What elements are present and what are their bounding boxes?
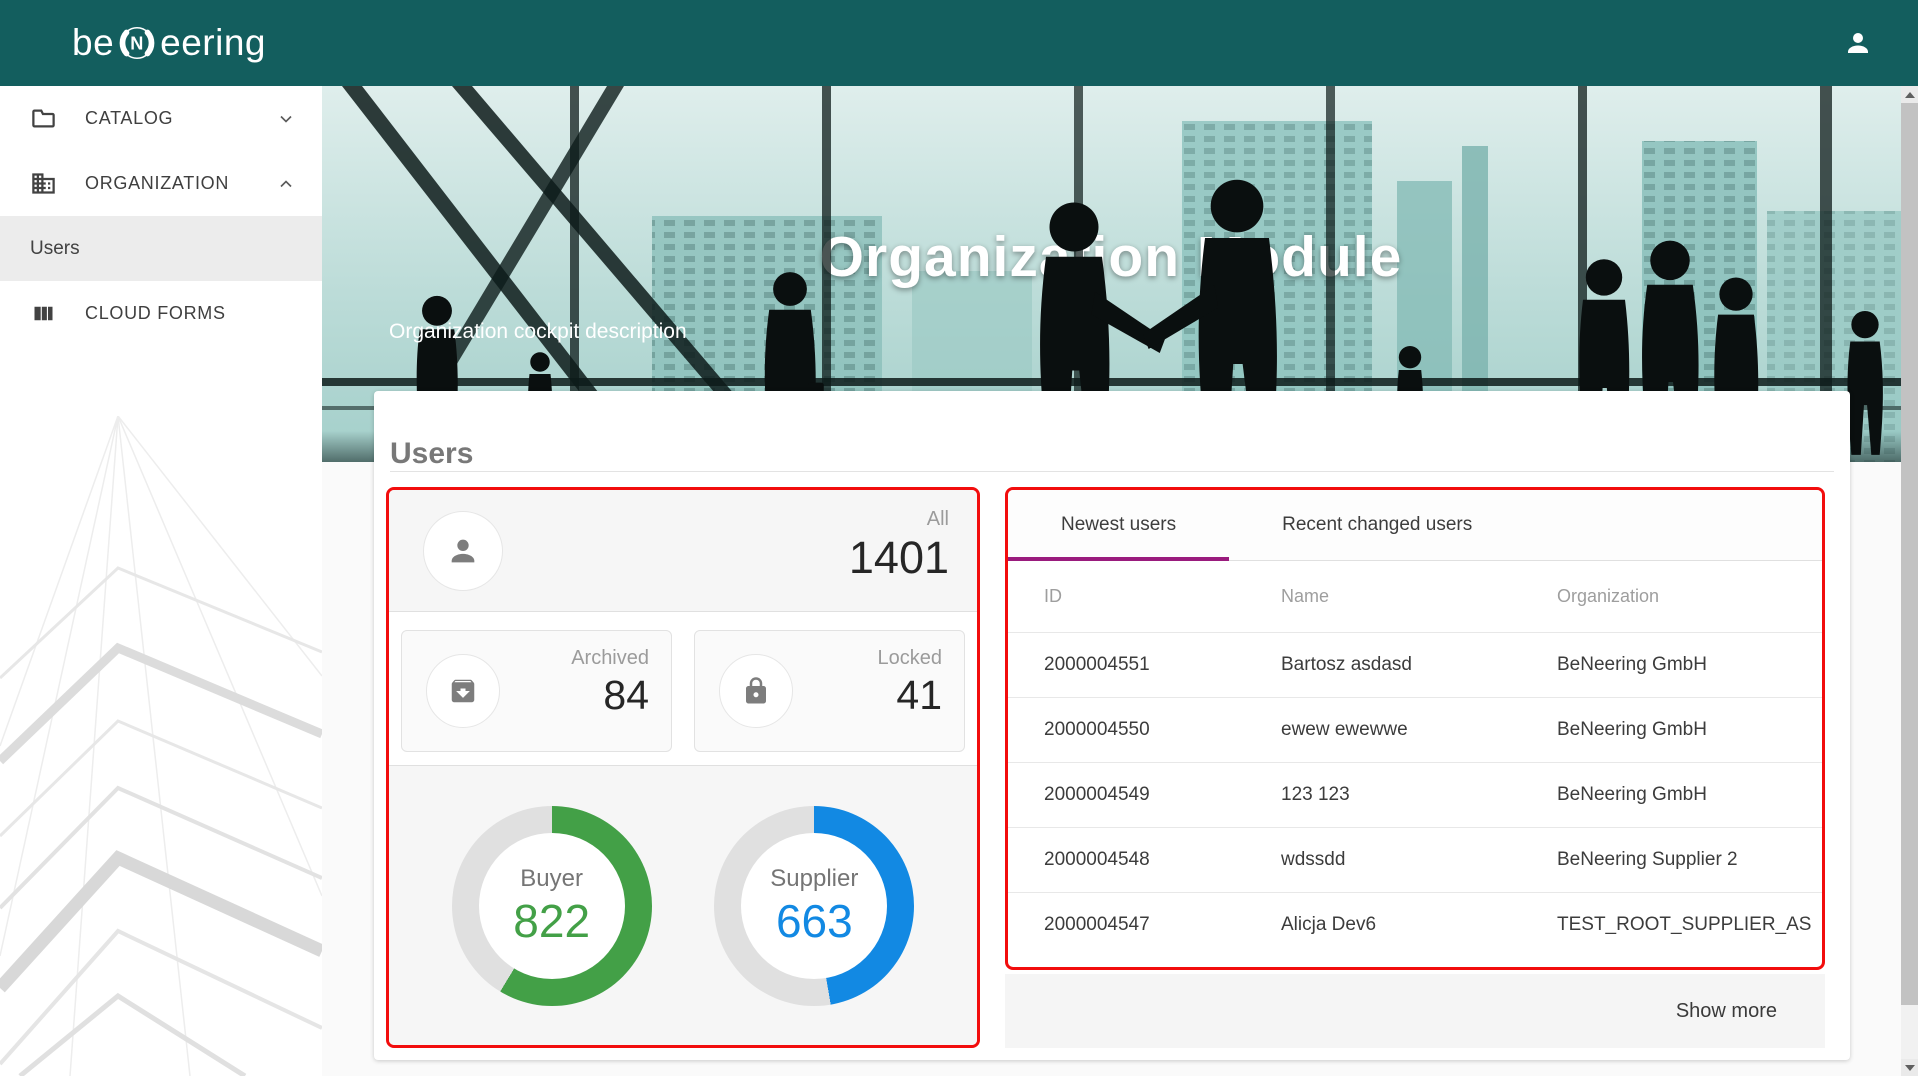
- show-more-row: Show more: [1005, 974, 1825, 1048]
- cloud-forms-icon: [30, 300, 57, 327]
- stat-archived-value: 84: [571, 671, 649, 719]
- cell-id: 2000004550: [1008, 719, 1281, 741]
- scrollbar-down-button[interactable]: [1901, 1059, 1918, 1076]
- sidebar: CATALOG ORGANIZATION Users: [0, 86, 322, 1076]
- sidebar-item-organization[interactable]: ORGANIZATION: [0, 151, 322, 216]
- cell-organization: BeNeering Supplier 2: [1557, 849, 1822, 871]
- table-header-row: ID Name Organization: [1008, 561, 1822, 632]
- stat-all-value: 1401: [849, 532, 949, 584]
- logo-n-emblem-icon: N: [116, 22, 158, 64]
- beneering-logo: be N eering: [72, 0, 266, 86]
- chevron-up-icon: [276, 174, 296, 194]
- cell-id: 2000004551: [1008, 654, 1281, 676]
- spacer: [389, 612, 977, 630]
- application-window: be N eering: [0, 0, 1918, 1076]
- lock-icon: [741, 676, 771, 706]
- hero-subtitle: Organization cockpit description: [389, 320, 687, 343]
- logo-text-right: eering: [160, 22, 266, 64]
- organization-icon: [30, 170, 57, 197]
- tab-newest-users[interactable]: Newest users: [1008, 490, 1229, 560]
- avatar: [719, 654, 793, 728]
- buyer-donut-value: 822: [513, 894, 590, 948]
- annotation-box-users-table: Newest users Recent changed users ID Nam…: [1005, 487, 1825, 970]
- donut-charts-area: Buyer 822 Supplier 663: [389, 766, 977, 1045]
- stat-all-tile: All 1401: [389, 490, 977, 612]
- sidebar-subitem-label: Users: [30, 238, 80, 260]
- cell-organization: BeNeering GmbH: [1557, 654, 1822, 676]
- stat-locked-value: 41: [878, 671, 943, 719]
- top-app-bar: be N eering: [0, 0, 1918, 86]
- cell-name: Alicja Dev6: [1281, 914, 1557, 936]
- annotation-box-stats: All 1401 Archived 84: [386, 487, 980, 1048]
- sidebar-item-label: CATALOG: [85, 108, 276, 129]
- show-more-button[interactable]: Show more: [1670, 999, 1783, 1024]
- cell-name: 123 123: [1281, 784, 1557, 806]
- avatar: [423, 511, 503, 591]
- stat-locked-tile: Locked 41: [694, 630, 965, 752]
- tab-label: Recent changed users: [1282, 514, 1472, 536]
- table-row[interactable]: 2000004551 Bartosz asdasd BeNeering GmbH: [1008, 632, 1822, 697]
- cell-name: wdssdd: [1281, 849, 1557, 871]
- column-header-organization: Organization: [1557, 586, 1822, 607]
- column-header-id: ID: [1008, 586, 1281, 607]
- folder-icon: [30, 105, 57, 132]
- sidebar-item-catalog[interactable]: CATALOG: [0, 86, 322, 151]
- table-row[interactable]: 2000004548 wdssdd BeNeering Supplier 2: [1008, 827, 1822, 892]
- page-title: Users: [390, 437, 473, 471]
- logo-text-left: be: [72, 22, 114, 64]
- stat-locked-label: Locked: [878, 645, 943, 671]
- sidebar-item-label: CLOUD FORMS: [85, 303, 296, 324]
- table-row[interactable]: 2000004549 123 123 BeNeering GmbH: [1008, 762, 1822, 827]
- cell-organization: BeNeering GmbH: [1557, 784, 1822, 806]
- column-header-name: Name: [1281, 586, 1557, 607]
- cell-id: 2000004548: [1008, 849, 1281, 871]
- cell-id: 2000004549: [1008, 784, 1281, 806]
- vertical-scrollbar: [1901, 86, 1918, 1076]
- supplier-donut-value: 663: [776, 894, 853, 948]
- account-button[interactable]: [1836, 21, 1880, 65]
- tab-recent-changed-users[interactable]: Recent changed users: [1229, 490, 1525, 560]
- stat-archived-label: Archived: [571, 645, 649, 671]
- sidebar-item-users[interactable]: Users: [0, 216, 322, 281]
- scrollbar-thumb[interactable]: [1901, 103, 1918, 1005]
- spacer: [389, 752, 977, 765]
- cell-name: Bartosz asdasd: [1281, 654, 1557, 676]
- stat-tiles-row: Archived 84 Locked 41: [389, 630, 977, 752]
- buyer-donut-chart: Buyer 822: [452, 806, 652, 1006]
- supplier-donut-label: Supplier: [770, 864, 858, 894]
- stat-all-label: All: [849, 506, 949, 532]
- hero-title: Organization Module: [820, 225, 1403, 289]
- buyer-donut-label: Buyer: [520, 864, 583, 894]
- cell-name: ewew ewewwe: [1281, 719, 1557, 741]
- cell-organization: TEST_ROOT_SUPPLIER_AS: [1557, 914, 1822, 936]
- table-row[interactable]: 2000004550 ewew ewewwe BeNeering GmbH: [1008, 697, 1822, 762]
- sidebar-item-label: ORGANIZATION: [85, 173, 276, 194]
- cell-id: 2000004547: [1008, 914, 1281, 936]
- users-card: Users All 1401: [374, 391, 1850, 1060]
- svg-text:N: N: [130, 34, 144, 54]
- tab-label: Newest users: [1061, 514, 1176, 536]
- triangle-up-icon: [1905, 92, 1915, 98]
- person-icon: [1843, 28, 1873, 58]
- archive-icon: [448, 676, 478, 706]
- chevron-down-icon: [276, 109, 296, 129]
- cell-organization: BeNeering GmbH: [1557, 719, 1822, 741]
- stat-archived-tile: Archived 84: [401, 630, 672, 752]
- person-icon: [446, 534, 480, 568]
- scrollbar-up-button[interactable]: [1901, 86, 1918, 103]
- table-row[interactable]: 2000004547 Alicja Dev6 TEST_ROOT_SUPPLIE…: [1008, 892, 1822, 957]
- users-tabs: Newest users Recent changed users: [1008, 490, 1822, 561]
- supplier-donut-chart: Supplier 663: [714, 806, 914, 1006]
- avatar: [426, 654, 500, 728]
- triangle-down-icon: [1905, 1065, 1915, 1071]
- building-watermark-image: [0, 416, 322, 1076]
- sidebar-item-cloud-forms[interactable]: CLOUD FORMS: [0, 281, 322, 346]
- title-divider: [390, 471, 1834, 472]
